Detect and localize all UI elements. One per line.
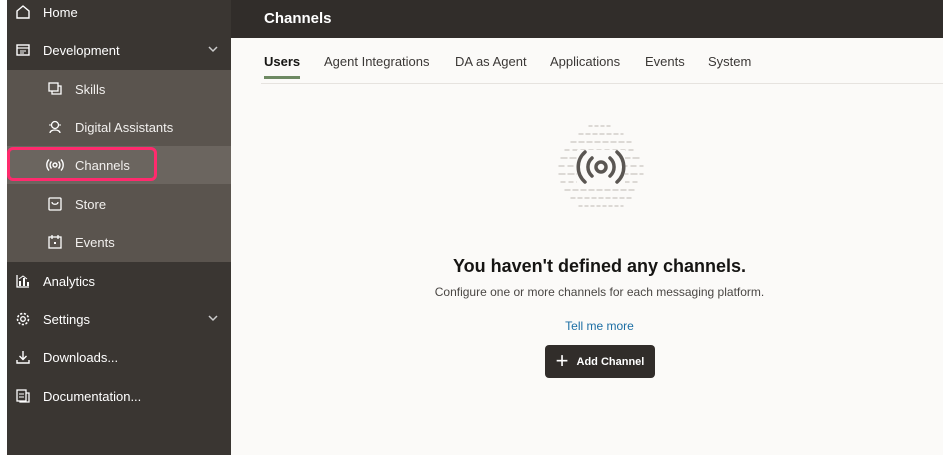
main-content: Users Agent Integrations DA as Agent App… (231, 38, 943, 455)
sidebar-item-label: Store (75, 196, 107, 212)
empty-state-title: You haven't defined any channels. (452, 256, 746, 276)
sidebar-item-label: Events (75, 234, 115, 250)
sidebar-item-downloads[interactable]: Downloads... (7, 338, 231, 376)
home-icon (13, 2, 33, 22)
sidebar-item-events[interactable]: Events (7, 223, 231, 261)
sidebar-item-label: Downloads... (43, 349, 119, 365)
tab-system[interactable]: System (708, 54, 751, 79)
add-channel-button[interactable]: + Add Channel (545, 345, 655, 378)
page-title: Channels (264, 10, 332, 27)
sidebar-item-label: Analytics (43, 273, 96, 289)
sidebar-item-home[interactable]: Home (7, 0, 231, 31)
broadcast-icon (45, 155, 65, 175)
events-icon (45, 232, 65, 252)
skills-icon (45, 79, 65, 99)
tab-users[interactable]: Users (264, 54, 301, 79)
add-channel-label: Add Channel (576, 355, 645, 368)
page-header: Channels (231, 0, 943, 38)
tab-applications[interactable]: Applications (550, 54, 620, 79)
tab-agent-integrations[interactable]: Agent Integrations (324, 54, 430, 79)
sidebar: Home Development Skills Digital Assistan… (7, 0, 231, 455)
sidebar-item-label: Home (43, 4, 78, 20)
tab-da-as-agent[interactable]: DA as Agent (455, 54, 527, 79)
sidebar-item-label: Channels (75, 157, 130, 173)
sidebar-item-digital-assistants[interactable]: Digital Assistants (7, 108, 231, 146)
plus-icon: + (555, 347, 569, 373)
digital-assistant-icon (45, 117, 65, 137)
sidebar-item-skills[interactable]: Skills (7, 70, 231, 108)
sidebar-item-analytics[interactable]: Analytics (7, 262, 231, 300)
window-edge (0, 0, 7, 455)
tab-bar: Users Agent Integrations DA as Agent App… (261, 38, 943, 84)
chevron-down-icon[interactable] (205, 41, 221, 57)
development-icon (13, 40, 33, 60)
sidebar-item-development[interactable]: Development (7, 31, 231, 69)
sidebar-item-label: Development (43, 42, 120, 58)
tab-events[interactable]: Events (645, 54, 685, 79)
download-icon (13, 347, 33, 367)
tell-me-more-link[interactable]: Tell me more (231, 319, 943, 333)
sidebar-item-channels[interactable]: Channels (7, 146, 231, 184)
sidebar-item-label: Documentation... (43, 388, 142, 404)
sidebar-item-label: Settings (43, 311, 90, 327)
sidebar-item-documentation[interactable]: Documentation... (7, 377, 231, 415)
sidebar-item-store[interactable]: Store (7, 185, 231, 223)
empty-state-description: Configure one or more channels for each … (434, 285, 765, 299)
chevron-down-icon[interactable] (205, 310, 221, 326)
analytics-icon (13, 271, 33, 291)
gear-icon (13, 309, 33, 329)
broadcast-illustration-icon (553, 120, 649, 216)
store-icon (45, 194, 65, 214)
sidebar-item-label: Skills (75, 81, 106, 97)
documentation-icon (13, 386, 33, 406)
sidebar-item-label: Digital Assistants (75, 119, 174, 135)
sidebar-item-settings[interactable]: Settings (7, 300, 231, 338)
